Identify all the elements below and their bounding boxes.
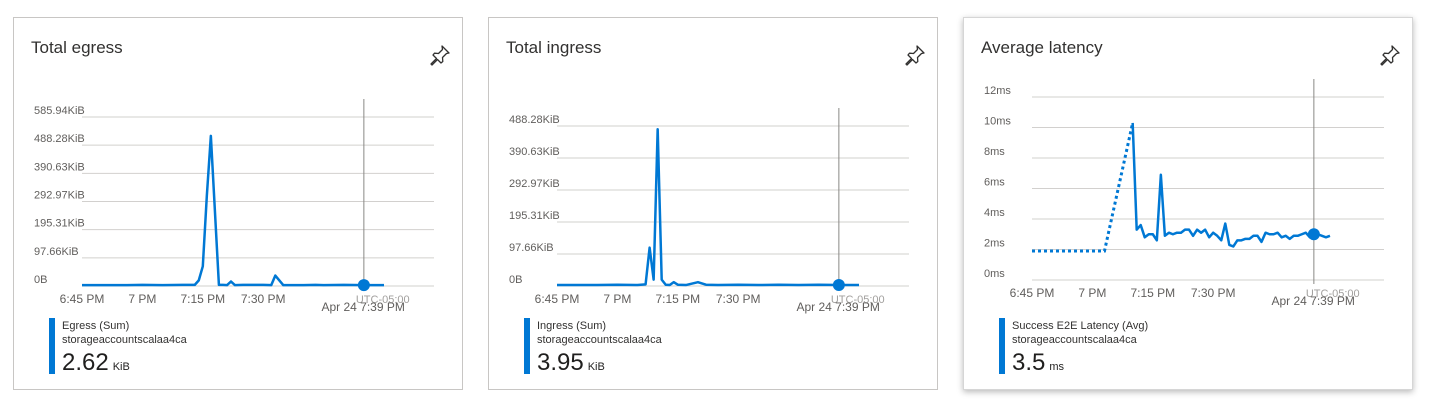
cursor-point (832, 279, 845, 292)
x-tick-label: 7 PM (128, 292, 156, 306)
y-tick-label: 585.94KiB (34, 105, 85, 117)
metric-card-average-latency[interactable]: Average latency 0ms 2ms 4ms 6ms 8ms 10ms 12ms 6… (963, 17, 1413, 390)
legend-value-unit: KiB (587, 361, 605, 373)
legend-value-number: 2.62 (62, 349, 109, 376)
y-tick-label: 390.63KiB (34, 161, 85, 173)
chart-area[interactable]: 0ms 2ms 4ms 6ms 8ms 10ms 12ms 6:45 PM 7 PM 7:15 P… (964, 18, 1414, 318)
legend-value-number: 3.95 (537, 349, 584, 376)
y-tick-label: 0ms (984, 268, 1005, 280)
x-tick-label: 7:30 PM (241, 292, 286, 306)
cursor-date-label: Apr 24 7:39 PM (796, 300, 879, 314)
legend-value-unit: KiB (112, 361, 130, 373)
cursor-point (357, 279, 370, 292)
legend-color-bar (999, 318, 1005, 374)
x-tick-label: 7 PM (603, 292, 631, 306)
series-line-dotted (1032, 122, 1135, 253)
x-tick-label: 7:30 PM (716, 292, 761, 306)
legend-metric: Egress (Sum) (62, 320, 130, 332)
series-line (82, 134, 384, 287)
x-tick-label: 7:15 PM (655, 292, 700, 306)
x-tick-label: 7:15 PM (180, 292, 225, 306)
legend-value: 3.5 ms (1012, 349, 1064, 377)
metric-card-total-egress[interactable]: Total egress 0B 97.66KiB 195.31KiB 292.97Ki… (13, 17, 463, 390)
x-tick-label: 7:30 PM (1191, 286, 1236, 300)
x-tick-label: 7 PM (1078, 286, 1106, 300)
x-tick-label: 6:45 PM (60, 292, 105, 306)
y-tick-label: 97.66KiB (34, 246, 79, 258)
y-tick-label: 8ms (984, 146, 1005, 158)
legend-value-number: 3.5 (1012, 349, 1046, 376)
legend-value-unit: ms (1049, 361, 1065, 373)
y-tick-label: 10ms (984, 116, 1011, 128)
y-tick-label: 12ms (984, 85, 1011, 97)
x-tick-label: 7:15 PM (1130, 286, 1175, 300)
cursor-date-label: Apr 24 7:39 PM (321, 300, 404, 314)
x-tick-label: 6:45 PM (1010, 286, 1055, 300)
y-tick-label: 195.31KiB (509, 210, 560, 222)
y-tick-label: 195.31KiB (34, 218, 85, 230)
legend-resource: storageaccountscalaa4ca (537, 334, 662, 346)
legend-value: 3.95 KiB (537, 349, 605, 377)
y-tick-label: 390.63KiB (509, 146, 560, 158)
legend-metric: Success E2E Latency (Avg) (1012, 320, 1149, 332)
y-tick-label: 292.97KiB (34, 190, 85, 202)
x-tick-label: 6:45 PM (535, 292, 580, 306)
legend-resource: storageaccountscalaa4ca (1012, 334, 1137, 346)
y-tick-label: 292.97KiB (509, 178, 560, 190)
chart-area[interactable]: 0B 97.66KiB 195.31KiB 292.97KiB 390.63KiB 488… (14, 18, 464, 318)
y-tick-label: 0B (34, 274, 47, 286)
y-tick-label: 488.28KiB (509, 114, 560, 126)
legend-resource: storageaccountscalaa4ca (62, 334, 187, 346)
cursor-date-label: Apr 24 7:39 PM (1271, 294, 1354, 308)
cursor-point (1307, 228, 1320, 241)
series-line (557, 127, 859, 287)
metric-card-total-ingress[interactable]: Total ingress 0B 97.66KiB 195.31KiB 292.97K… (488, 17, 938, 390)
chart-area[interactable]: 0B 97.66KiB 195.31KiB 292.97KiB 390.63KiB 488… (489, 18, 939, 318)
y-tick-label: 0B (509, 274, 522, 286)
legend-value: 2.62 KiB (62, 349, 130, 377)
y-tick-label: 6ms (984, 177, 1005, 189)
y-tick-label: 2ms (984, 238, 1005, 250)
y-tick-label: 488.28KiB (34, 133, 85, 145)
y-tick-label: 97.66KiB (509, 242, 554, 254)
legend-color-bar (49, 318, 55, 374)
series-line (1131, 122, 1331, 248)
legend-color-bar (524, 318, 530, 374)
y-tick-label: 4ms (984, 207, 1005, 219)
legend-metric: Ingress (Sum) (537, 320, 607, 332)
